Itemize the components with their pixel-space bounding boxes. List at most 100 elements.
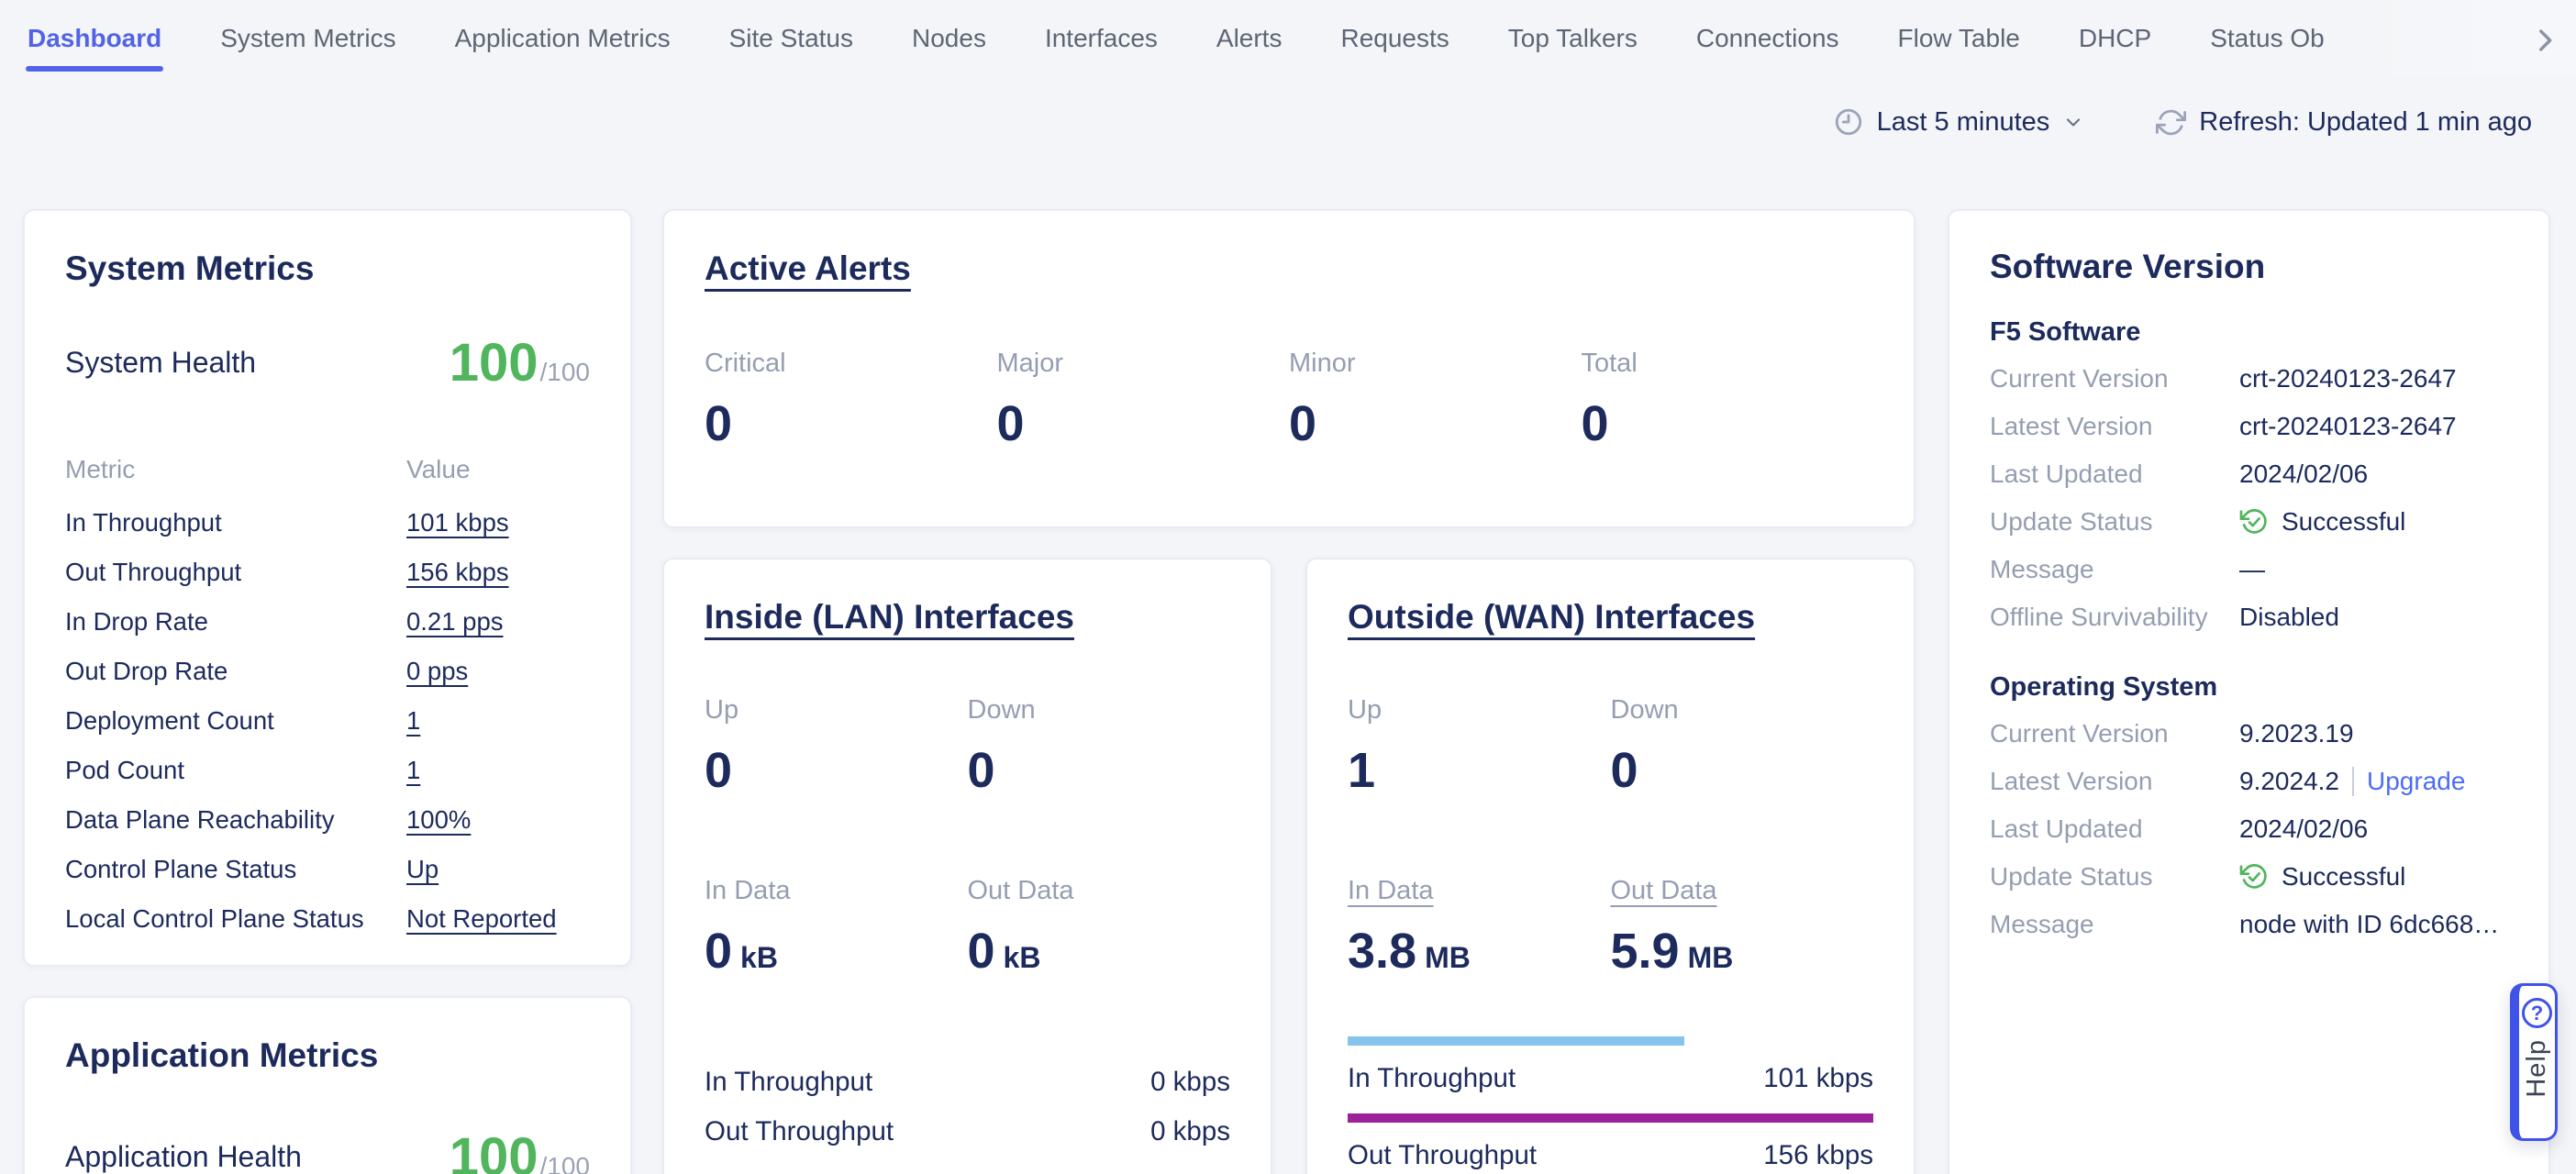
application-health-row: Application Health 100 /100	[65, 1126, 590, 1174]
wan-interfaces-card: Outside (WAN) Interfaces Up 1 Down 0 In …	[1305, 558, 1915, 1174]
lan-out-throughput-value: 0 kbps	[1150, 1116, 1230, 1147]
dashboard-screen: Dashboard System Metrics Application Met…	[0, 0, 2576, 1174]
table-row: Current Versioncrt-20240123-2647	[1990, 355, 2508, 403]
clock-icon	[1833, 106, 1864, 138]
metric-value-link[interactable]: 0.21 pps	[406, 607, 504, 636]
chevron-right-icon	[2529, 25, 2560, 56]
os-update-message: node with ID 6dc66856-1...	[2239, 910, 2508, 939]
software-version-title: Software Version	[1990, 248, 2508, 286]
question-icon: ?	[2522, 998, 2552, 1028]
lan-out-throughput-row: Out Throughput 0 kbps	[705, 1113, 1230, 1150]
divider	[2352, 767, 2354, 796]
lan-in-throughput-row: In Throughput 0 kbps	[705, 1064, 1230, 1101]
metric-value-link[interactable]: 100%	[406, 805, 471, 834]
column-header-metric: Metric	[65, 455, 406, 484]
wan-in-throughput-value: 101 kbps	[1763, 1063, 1873, 1094]
column-header-value: Value	[406, 455, 590, 484]
table-row: Latest Versioncrt-20240123-2647	[1990, 403, 2508, 450]
lan-interfaces-link[interactable]: Inside (LAN) Interfaces	[705, 598, 1074, 637]
tab-alerts[interactable]: Alerts	[1216, 24, 1282, 53]
f5-update-status: Successful	[2282, 507, 2405, 537]
metric-value-link[interactable]: 0 pps	[406, 657, 468, 685]
help-tab[interactable]: ? Help	[2510, 983, 2558, 1141]
system-metrics-title: System Metrics	[65, 249, 590, 288]
system-health-suffix: /100	[540, 358, 591, 387]
refresh-status-label: Refresh: Updated 1 min ago	[2199, 107, 2532, 138]
table-row: Current Version9.2023.19	[1990, 710, 2508, 758]
success-check-icon	[2239, 507, 2269, 537]
tab-system-metrics[interactable]: System Metrics	[220, 24, 395, 53]
metric-value-link[interactable]: 1	[406, 706, 420, 735]
tab-dashboard[interactable]: Dashboard	[28, 24, 161, 53]
lan-out-data: Out Data 0 kB	[968, 876, 1231, 980]
tab-interfaces[interactable]: Interfaces	[1045, 24, 1158, 53]
alert-major: Major 0	[997, 349, 1290, 452]
success-check-icon	[2239, 862, 2269, 892]
wan-out-throughput-value: 156 kbps	[1763, 1140, 1873, 1171]
table-row: Data Plane Reachability100%	[65, 795, 590, 845]
chevron-down-icon	[2062, 111, 2084, 133]
tab-status-objects[interactable]: Status Ob	[2210, 24, 2325, 53]
lan-up: Up 0	[705, 695, 968, 799]
wan-out-data-link[interactable]: Out Data	[1611, 876, 1717, 906]
help-label: Help	[2522, 1039, 2552, 1098]
lan-up-count: 0	[705, 742, 968, 799]
table-row: Update Status Successful	[1990, 498, 2508, 546]
upgrade-link[interactable]: Upgrade	[2367, 767, 2465, 796]
refresh-icon	[2156, 107, 2186, 138]
wan-interfaces-link[interactable]: Outside (WAN) Interfaces	[1348, 598, 1755, 637]
metric-value-link[interactable]: Up	[406, 855, 439, 883]
wan-up: Up 1	[1348, 695, 1611, 799]
software-version-card: Software Version F5 Software Current Ver…	[1948, 209, 2550, 1174]
tab-requests[interactable]: Requests	[1340, 24, 1449, 53]
tab-dhcp[interactable]: DHCP	[2079, 24, 2151, 53]
active-alerts-link[interactable]: Active Alerts	[705, 249, 911, 288]
table-row: Deployment Count1	[65, 696, 590, 746]
lan-down-count: 0	[968, 742, 1231, 799]
operating-system-heading: Operating System	[1990, 672, 2508, 703]
system-health-row: System Health 100 /100	[65, 332, 590, 393]
time-range-label: Last 5 minutes	[1877, 107, 2050, 138]
wan-down: Down 0	[1611, 695, 1874, 799]
tab-nodes[interactable]: Nodes	[912, 24, 986, 53]
in-throughput-bar	[1348, 1036, 1684, 1046]
toolbar: Last 5 minutes Refresh: Updated 1 min ag…	[1833, 106, 2532, 138]
lan-in-throughput-value: 0 kbps	[1150, 1067, 1230, 1098]
refresh-button[interactable]: Refresh: Updated 1 min ago	[2156, 107, 2532, 138]
table-row: Last Updated2024/02/06	[1990, 805, 2508, 853]
tab-connections[interactable]: Connections	[1696, 24, 1839, 53]
application-metrics-title: Application Metrics	[65, 1036, 590, 1075]
table-row: Local Control Plane StatusNot Reported	[65, 894, 590, 944]
tab-top-talkers[interactable]: Top Talkers	[1508, 24, 1638, 53]
active-alerts-card: Active Alerts Critical 0 Major 0 Minor 0…	[662, 209, 1915, 528]
table-row: Update Status Successful	[1990, 853, 2508, 901]
tab-site-status[interactable]: Site Status	[729, 24, 853, 53]
tab-application-metrics[interactable]: Application Metrics	[455, 24, 671, 53]
lan-interfaces-card: Inside (LAN) Interfaces Up 0 Down 0 In D…	[662, 558, 1272, 1174]
wan-down-count: 0	[1611, 742, 1874, 799]
nav-more-button[interactable]	[2525, 20, 2565, 61]
table-row: Pod Count1	[65, 746, 590, 795]
table-row: Messagenode with ID 6dc66856-1...	[1990, 901, 2508, 948]
system-metrics-card: System Metrics System Health 100 /100 Me…	[23, 209, 632, 967]
out-throughput-bar	[1348, 1113, 1873, 1123]
wan-up-count: 1	[1348, 742, 1611, 799]
f5-software-heading: F5 Software	[1990, 317, 2508, 348]
wan-in-data-link[interactable]: In Data	[1348, 876, 1434, 906]
table-row: In Drop Rate0.21 pps	[65, 597, 590, 647]
os-update-status: Successful	[2282, 862, 2405, 892]
wan-out-data: Out Data 5.9 MB	[1611, 876, 1874, 980]
table-row: In Throughput101 kbps	[65, 498, 590, 548]
alert-critical: Critical 0	[705, 349, 997, 452]
metric-value-link[interactable]: 1	[406, 756, 420, 784]
system-metrics-table: Metric Value In Throughput101 kbps Out T…	[65, 447, 590, 944]
metric-value-link[interactable]: 101 kbps	[406, 508, 509, 537]
tab-flow-table[interactable]: Flow Table	[1898, 24, 2020, 53]
wan-out-throughput-row: Out Throughput 156 kbps	[1348, 1113, 1873, 1174]
metric-value-link[interactable]: 156 kbps	[406, 558, 509, 586]
time-range-selector[interactable]: Last 5 minutes	[1833, 106, 2085, 138]
table-row: Out Throughput156 kbps	[65, 548, 590, 597]
metric-value-link[interactable]: Not Reported	[406, 904, 557, 933]
table-row: Message—	[1990, 546, 2508, 593]
table-row: Last Updated2024/02/06	[1990, 450, 2508, 498]
